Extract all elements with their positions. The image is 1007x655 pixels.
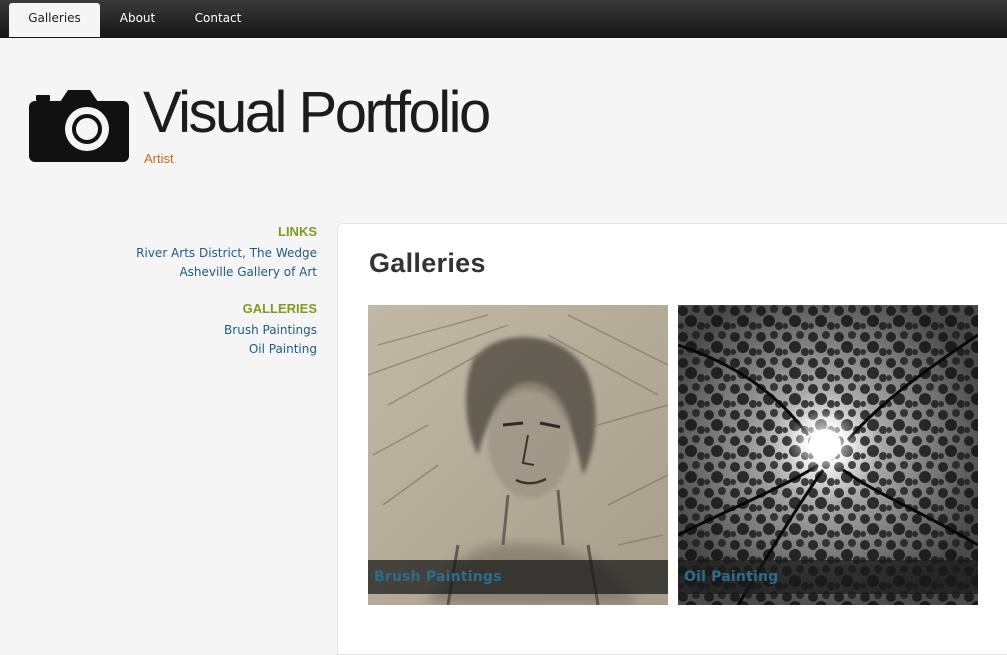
sidebar-link-brush-paintings[interactable]: Brush Paintings: [20, 321, 317, 340]
site-subtitle: Artist: [144, 151, 174, 166]
tab-contact[interactable]: Contact: [182, 3, 254, 37]
gallery-card-oil-painting[interactable]: Oil Painting: [678, 305, 978, 605]
links-heading: LINKS: [278, 224, 317, 239]
camera-icon: [29, 90, 129, 162]
gallery-card-label: Oil Painting: [684, 569, 779, 585]
main-content: Galleries Brush Paintings Oil Painting: [337, 223, 1007, 655]
caption-bar: Brush Paintings: [368, 560, 668, 594]
galleries-section: GALLERIES Brush Paintings Oil Painting: [20, 299, 317, 359]
sidebar-link-river-arts[interactable]: River Arts District, The Wedge: [20, 244, 317, 263]
sidebar-link-oil-painting[interactable]: Oil Painting: [20, 340, 317, 359]
gallery-card-label: Brush Paintings: [374, 569, 502, 585]
page-title: Galleries: [369, 248, 486, 278]
gallery-card-brush-paintings[interactable]: Brush Paintings: [368, 305, 668, 605]
top-navigation: Galleries About Contact: [0, 0, 1007, 38]
sidebar: LINKS River Arts District, The Wedge Ash…: [20, 222, 317, 376]
tab-about[interactable]: About: [105, 3, 170, 37]
links-section: LINKS River Arts District, The Wedge Ash…: [20, 222, 317, 282]
caption-bar: Oil Painting: [678, 560, 978, 594]
tab-galleries[interactable]: Galleries: [9, 3, 100, 37]
site-title[interactable]: Visual Portfolio: [143, 78, 491, 148]
sidebar-link-asheville-gallery[interactable]: Asheville Gallery of Art: [20, 263, 317, 282]
galleries-heading: GALLERIES: [242, 301, 317, 316]
